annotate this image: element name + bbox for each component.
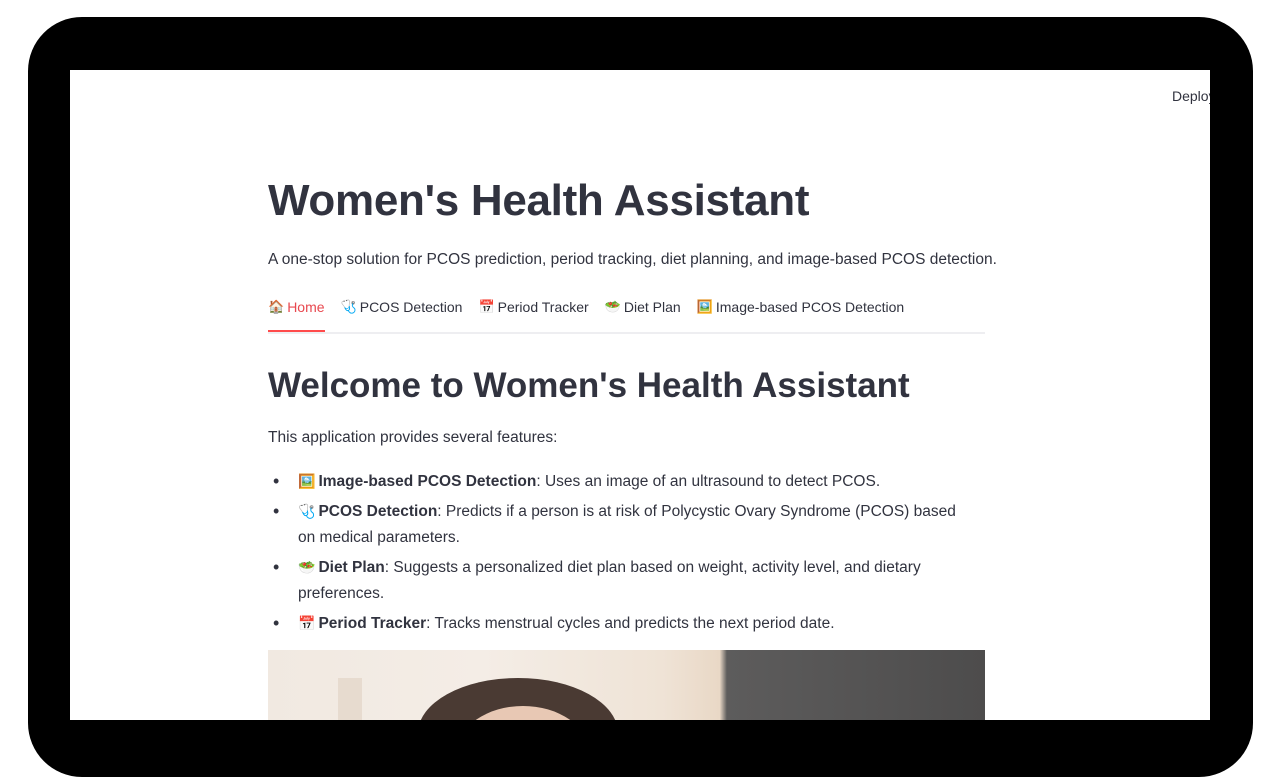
- bullet-icon: •: [273, 613, 280, 633]
- list-item: • 🖼️ Image-based PCOS Detection: Uses an …: [268, 468, 968, 495]
- feature-description: : Uses an image of an ultrasound to dete…: [536, 473, 881, 490]
- tab-label: Home: [287, 299, 325, 315]
- welcome-heading: Welcome to Women's Health Assistant: [268, 366, 910, 405]
- salad-icon: 🥗: [298, 559, 316, 575]
- app-screen: Deploy Women's Health Assistant A one-st…: [70, 70, 1210, 720]
- feature-list: • 🖼️ Image-based PCOS Detection: Uses an …: [268, 468, 968, 640]
- app-title: Women's Health Assistant: [268, 176, 810, 225]
- tab-image-based-pcos-detection[interactable]: 🖼️ Image-based PCOS Detection: [697, 299, 905, 330]
- list-item: • 🩺 PCOS Detection: Predicts if a person …: [268, 498, 968, 551]
- feature-description: : Tracks menstrual cycles and predicts t…: [426, 615, 835, 632]
- tab-home[interactable]: 🏠 Home: [268, 299, 325, 332]
- calendar-icon: 📅: [298, 615, 316, 631]
- app-subtitle: A one-stop solution for PCOS prediction,…: [268, 251, 997, 268]
- list-item: • 🥗 Diet Plan: Suggests a personalized di…: [268, 554, 968, 607]
- tab-diet-plan[interactable]: 🥗 Diet Plan: [605, 299, 681, 330]
- bullet-icon: •: [273, 471, 280, 491]
- photo-background-object: [338, 678, 362, 720]
- bullet-icon: •: [273, 557, 280, 577]
- bullet-icon: •: [273, 501, 280, 521]
- feature-title: PCOS Detection: [318, 503, 438, 520]
- tab-label: Image-based PCOS Detection: [715, 299, 905, 315]
- tab-bar: 🏠 Home 🩺 PCOS Detection 📅 Period Tracker…: [268, 299, 985, 334]
- stethoscope-icon: 🩺: [340, 299, 357, 314]
- intro-text: This application provides several featur…: [268, 429, 558, 446]
- feature-title: Period Tracker: [318, 615, 427, 632]
- house-icon: 🏠: [268, 299, 285, 314]
- picture-icon: 🖼️: [696, 299, 713, 314]
- tab-label: Diet Plan: [623, 299, 681, 315]
- hero-photo: [268, 650, 985, 720]
- feature-description: : Suggests a personalized diet plan base…: [298, 559, 921, 602]
- tab-pcos-detection[interactable]: 🩺 PCOS Detection: [341, 299, 463, 330]
- salad-icon: 🥗: [604, 299, 621, 314]
- stethoscope-icon: 🩺: [298, 503, 316, 519]
- feature-title: Image-based PCOS Detection: [318, 473, 537, 490]
- feature-title: Diet Plan: [318, 559, 385, 576]
- picture-icon: 🖼️: [298, 473, 316, 489]
- list-item: • 📅 Period Tracker: Tracks menstrual cycl…: [268, 610, 968, 637]
- tab-label: Period Tracker: [497, 299, 589, 315]
- deploy-button[interactable]: Deploy: [1172, 88, 1210, 104]
- calendar-icon: 📅: [478, 299, 495, 314]
- tab-period-tracker[interactable]: 📅 Period Tracker: [478, 299, 588, 330]
- tab-label: PCOS Detection: [359, 299, 463, 315]
